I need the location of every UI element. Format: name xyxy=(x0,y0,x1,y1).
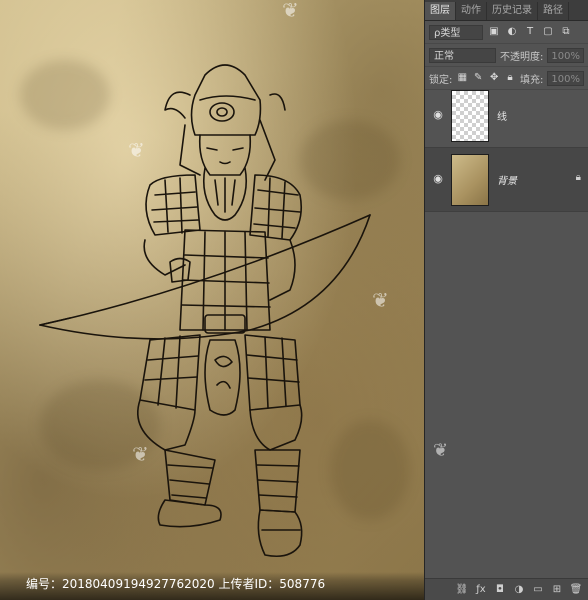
smart-object-filter-icon[interactable]: ⧉ xyxy=(559,25,573,39)
group-icon[interactable]: ▭ xyxy=(531,583,545,597)
watermark-icon: ❦ xyxy=(132,442,149,466)
layer-thumbnail xyxy=(451,90,489,142)
layer-row[interactable]: ◉ 线 xyxy=(425,84,588,148)
type-filter-icon[interactable]: T xyxy=(523,25,537,39)
visibility-eye-icon[interactable]: ◉ xyxy=(431,108,445,122)
tab-paths[interactable]: 路径 xyxy=(538,2,569,20)
layer-filter-label: ρ类型 xyxy=(434,27,461,39)
adjustment-icon[interactable]: ◑ xyxy=(512,583,526,597)
layer-name[interactable]: 背景 xyxy=(497,172,517,187)
tab-actions[interactable]: 动作 xyxy=(456,2,487,20)
watermark-icon: ❦ xyxy=(282,0,299,22)
layer-name[interactable]: 线 xyxy=(497,108,507,123)
tab-layers[interactable]: 图层 xyxy=(425,2,456,20)
shape-filter-icon[interactable]: ▢ xyxy=(541,25,555,39)
document-canvas[interactable]: ❦ ❦ ❦ ❦ 编号：20180409194927762020 上传者ID：50… xyxy=(0,0,424,600)
blend-mode-select[interactable]: 正常 xyxy=(429,47,497,63)
visibility-eye-icon[interactable]: ◉ xyxy=(431,172,445,186)
image-caption: 编号：20180409194927762020 上传者ID：508776 xyxy=(26,577,326,591)
image-caption-bar: 编号：20180409194927762020 上传者ID：508776 xyxy=(0,572,424,600)
panel-tabs: 图层 动作 历史记录 路径 xyxy=(425,0,588,21)
lock-transparent-icon[interactable]: ▦ xyxy=(456,71,468,85)
link-icon[interactable]: ⛓ xyxy=(455,583,469,597)
watermark-icon: ❦ xyxy=(372,288,389,312)
lock-all-icon[interactable]: 🔒︎ xyxy=(504,71,516,85)
lock-brush-icon[interactable]: ✎ xyxy=(472,71,484,85)
layers-panel-footer: ⛓ ƒx ◘ ◑ ▭ ⊞ 🗑︎ xyxy=(425,578,588,600)
trash-icon[interactable]: 🗑︎ xyxy=(569,583,583,597)
layer-thumbnail xyxy=(451,154,489,206)
new-layer-icon[interactable]: ⊞ xyxy=(550,583,564,597)
adjustment-filter-icon[interactable]: ◐ xyxy=(505,25,519,39)
layer-filter-row: ρ类型 ▣ ◐ T ▢ ⧉ xyxy=(425,21,588,44)
blend-mode-value: 正常 xyxy=(434,50,454,62)
opacity-label: 不透明度: xyxy=(500,51,544,63)
layers-panel: 图层 动作 历史记录 路径 ρ类型 ▣ ◐ T ▢ ⧉ 正常 不透明度: 100… xyxy=(424,0,588,600)
warrior-line-art xyxy=(39,64,371,558)
lock-move-icon[interactable]: ✥ xyxy=(488,71,500,85)
image-filter-icon[interactable]: ▣ xyxy=(487,25,501,39)
layer-lock-icon: 🔒︎ xyxy=(575,172,581,183)
watermark-icon: ❦ xyxy=(433,440,449,461)
watermark-icon: ❦ xyxy=(128,138,145,162)
fx-icon[interactable]: ƒx xyxy=(474,583,488,597)
mask-icon[interactable]: ◘ xyxy=(493,583,507,597)
opacity-input[interactable]: 100% xyxy=(547,47,584,63)
layer-row[interactable]: ◉ 背景 🔒︎ xyxy=(425,148,588,212)
tab-history[interactable]: 历史记录 xyxy=(487,2,538,20)
layer-filter-select[interactable]: ρ类型 xyxy=(429,24,483,40)
blend-row: 正常 不透明度: 100% xyxy=(425,44,588,67)
